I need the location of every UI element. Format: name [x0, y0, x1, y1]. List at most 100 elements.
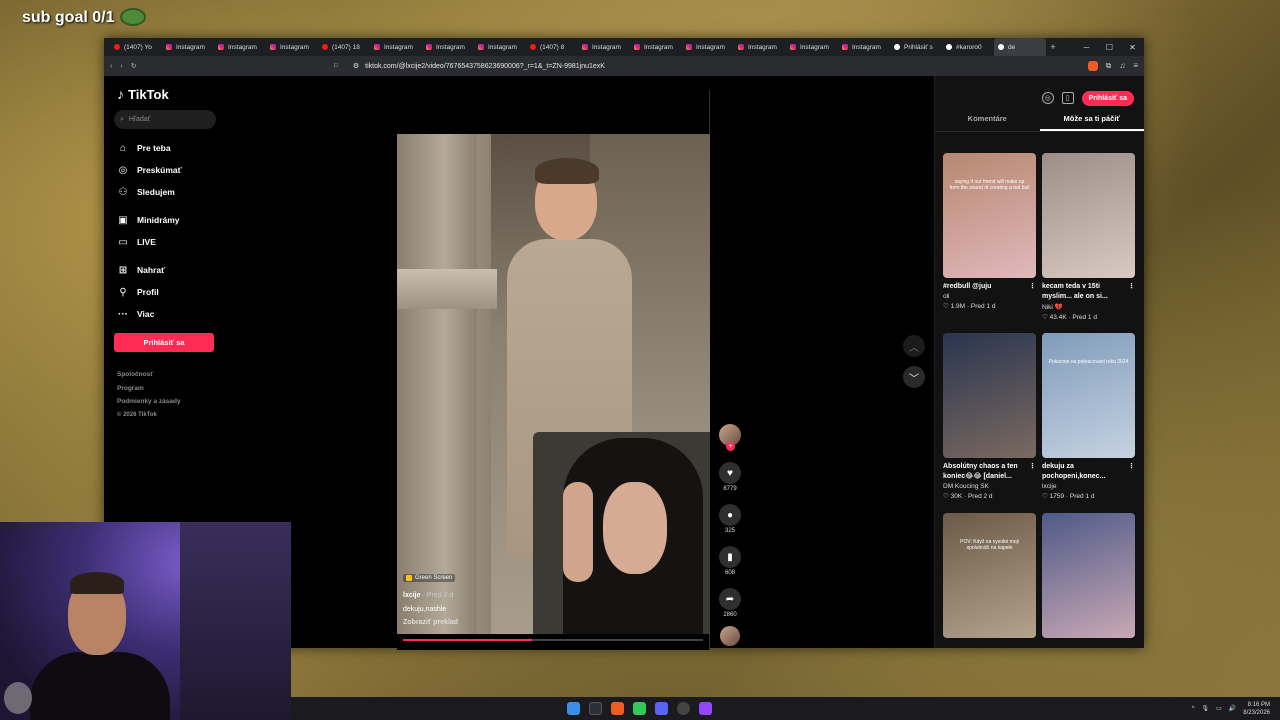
card-title[interactable]: #redbull @juju: [943, 282, 991, 292]
url-field[interactable]: ⚙ tiktok.com/@lxcije2/video/767654375862…: [347, 59, 1080, 73]
browser-tab[interactable]: Instagram: [578, 38, 630, 56]
forward-icon[interactable]: ›: [120, 63, 122, 70]
back-icon[interactable]: ‹: [110, 63, 112, 70]
start-icon[interactable]: [567, 702, 580, 715]
tray-chevron-icon[interactable]: ^: [1192, 706, 1195, 712]
video-author[interactable]: lxcije: [403, 592, 421, 599]
minimize-icon[interactable]: ─: [1075, 43, 1098, 52]
browser-tab[interactable]: (1407) Yo: [110, 38, 162, 56]
menu-icon[interactable]: ≡: [1133, 61, 1138, 71]
comment-button[interactable]: ●: [719, 504, 741, 526]
creator-avatar[interactable]: +: [719, 424, 741, 451]
task-view-icon[interactable]: [589, 702, 602, 715]
brave-taskbar-icon[interactable]: [611, 702, 624, 715]
share-button[interactable]: ➦: [719, 588, 741, 610]
sidebar-item[interactable]: ⚇ Sledujem: [114, 181, 219, 203]
clock[interactable]: 8:16 PM 8/23/2026: [1243, 701, 1270, 717]
video-progress-bar[interactable]: [403, 639, 703, 641]
browser-tab[interactable]: (1407) 8: [526, 38, 578, 56]
new-tab-button[interactable]: +: [1046, 42, 1060, 52]
recommended-video-card[interactable]: saying if our friend will make up from t…: [943, 153, 1036, 333]
browser-tab[interactable]: de: [994, 38, 1046, 56]
device-icon[interactable]: ▯: [1061, 92, 1074, 104]
card-author[interactable]: lxcije: [1042, 483, 1135, 490]
mic-icon[interactable]: 🎙: [1202, 705, 1210, 712]
browser-tab[interactable]: Instagram: [422, 38, 474, 56]
browser-tab[interactable]: Instagram: [630, 38, 682, 56]
volume-icon[interactable]: 🔊: [1229, 705, 1236, 712]
site-info-icon[interactable]: ⚙: [353, 62, 359, 70]
browser-tab[interactable]: Instagram: [266, 38, 318, 56]
recommended-video-card[interactable]: Absolútny chaos a ten koniec😂😂 [daniel..…: [943, 333, 1036, 513]
bookmark-icon[interactable]: ⚐: [333, 62, 339, 70]
twitch-icon[interactable]: [699, 702, 712, 715]
card-title[interactable]: dekuju za pochopeni,konec...: [1042, 462, 1128, 482]
footer-link-program[interactable]: Program: [117, 382, 219, 396]
card-author[interactable]: Niki 💔: [1042, 303, 1135, 311]
video-content[interactable]: Green Screen lxcije · Pred 2 d dekuju,nas…: [397, 134, 710, 634]
search-input[interactable]: ⌕ Hľadať: [114, 110, 216, 129]
recommended-video-card[interactable]: kecam teda v 15ti myslim... ale on si...…: [1042, 153, 1135, 333]
sound-avatar[interactable]: [720, 626, 740, 646]
browser-tab[interactable]: Instagram: [474, 38, 526, 56]
card-more-icon[interactable]: ⋮: [1029, 282, 1036, 292]
browser-tab[interactable]: #karoro0: [942, 38, 994, 56]
app-green-icon[interactable]: [633, 702, 646, 715]
sidebar-item[interactable]: ⌂ Pre teba: [114, 137, 219, 159]
video-thumbnail[interactable]: saying if our friend will make up from t…: [943, 153, 1036, 278]
close-window-icon[interactable]: ✕: [1121, 43, 1144, 52]
sidebar-item[interactable]: ◎ Preskúmať: [114, 159, 219, 181]
sidebar-item[interactable]: ⚲ Profil: [114, 281, 219, 303]
save-button[interactable]: ▮: [719, 546, 741, 568]
browser-tab[interactable]: Instagram: [786, 38, 838, 56]
like-button[interactable]: ♥: [719, 462, 741, 484]
extensions-icon[interactable]: ⧉: [1106, 61, 1112, 71]
browser-tab[interactable]: Instagram: [214, 38, 266, 56]
card-author[interactable]: oli: [943, 293, 1036, 300]
follow-plus-icon[interactable]: +: [726, 442, 735, 451]
browser-tab[interactable]: Instagram: [682, 38, 734, 56]
login-button[interactable]: Prihlásiť sa: [114, 333, 214, 352]
network-icon[interactable]: ▭: [1216, 705, 1222, 712]
previous-video-button[interactable]: ︿: [903, 335, 925, 357]
compass-small-icon[interactable]: ◎: [1041, 92, 1054, 104]
video-player[interactable]: Green Screen lxcije · Pred 2 d dekuju,nas…: [397, 90, 710, 650]
browser-tab[interactable]: Prihlásiť s: [890, 38, 942, 56]
sidebar-item[interactable]: ▭ LIVE: [114, 231, 219, 253]
card-more-icon[interactable]: ⋮: [1029, 462, 1036, 482]
next-video-button[interactable]: ﹀: [903, 366, 925, 388]
media-icon[interactable]: ♫: [1119, 61, 1125, 71]
footer-link-terms[interactable]: Podmienky a zásady: [117, 395, 219, 409]
see-translation-link[interactable]: Zobraziť preklad: [403, 619, 458, 626]
footer-link-company[interactable]: Spoločnosť: [117, 368, 219, 382]
recommended-video-card[interactable]: Pokecme na pokracovani roku 2024 dekuju z…: [1042, 333, 1135, 513]
sidebar-item[interactable]: ··· Viac: [114, 303, 219, 325]
settings-taskbar-icon[interactable]: [677, 702, 690, 715]
tab-you-may-like[interactable]: Môže sa ti páčiť: [1039, 114, 1144, 131]
card-more-icon[interactable]: ⋮: [1128, 462, 1135, 482]
sidebar-item[interactable]: ▣ Minidrámy: [114, 209, 219, 231]
panel-login-button[interactable]: Prihlásiť sa: [1081, 90, 1134, 106]
browser-tab[interactable]: Instagram: [370, 38, 422, 56]
video-thumbnail[interactable]: [1042, 153, 1135, 278]
browser-tab[interactable]: Instagram: [162, 38, 214, 56]
card-more-icon[interactable]: ⋮: [1128, 282, 1135, 302]
sidebar-item[interactable]: ⊞ Nahrať: [114, 259, 219, 281]
card-title[interactable]: kecam teda v 15ti myslim... ale on si...: [1042, 282, 1128, 302]
card-author[interactable]: DM Koucing SK: [943, 483, 1036, 490]
browser-tab[interactable]: (1407) 18: [318, 38, 370, 56]
reload-icon[interactable]: ↻: [131, 62, 137, 70]
video-thumbnail[interactable]: Pokecme na pokracovani roku 2024: [1042, 333, 1135, 458]
video-thumbnail[interactable]: POV: Když na vysoké moji spoluhráči na k…: [943, 513, 1036, 638]
recommended-video-card[interactable]: [1042, 513, 1135, 693]
discord-icon[interactable]: [655, 702, 668, 715]
card-title[interactable]: Absolútny chaos a ten koniec😂😂 [daniel..…: [943, 462, 1029, 482]
video-thumbnail[interactable]: [1042, 513, 1135, 638]
brave-shield-icon[interactable]: [1087, 61, 1098, 71]
browser-tab[interactable]: Instagram: [838, 38, 890, 56]
maximize-icon[interactable]: ☐: [1098, 43, 1121, 52]
video-thumbnail[interactable]: [943, 333, 1036, 458]
tiktok-logo[interactable]: ♪ TikTok: [117, 86, 219, 102]
green-screen-badge[interactable]: Green Screen: [403, 574, 456, 582]
tab-comments[interactable]: Komentáre: [935, 114, 1040, 131]
